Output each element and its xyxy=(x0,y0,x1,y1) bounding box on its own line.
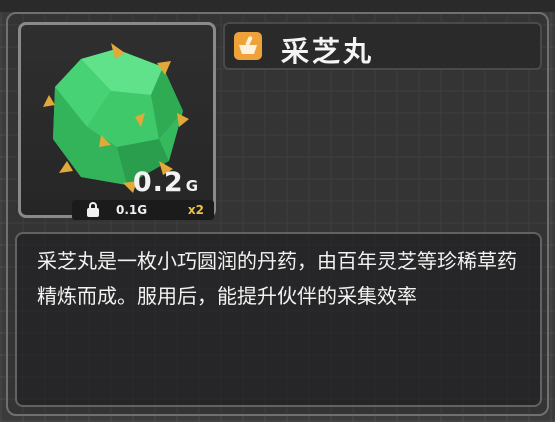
total-weight-unit: G xyxy=(185,177,199,195)
weight-icon xyxy=(87,202,99,217)
top-strip xyxy=(0,0,555,12)
item-description: 采芝丸是一枚小巧圆润的丹药，由百年灵芝等珍稀草药精炼而成。服用后，能提升伙伴的采… xyxy=(37,249,517,308)
total-weight-value: 0.2 xyxy=(132,167,184,198)
item-info-bar: 0.1G x2 xyxy=(72,200,214,220)
total-weight: 0.2 G xyxy=(133,167,199,198)
item-title-bar: 采芝丸 xyxy=(223,22,542,70)
unit-weight: 0.1G xyxy=(116,203,148,217)
item-icon-slot[interactable]: 0.2 G xyxy=(18,22,216,218)
item-quantity: x2 xyxy=(187,203,204,217)
mortar-bowl-icon xyxy=(234,32,262,60)
item-description-box: 采芝丸是一枚小巧圆润的丹药，由百年灵芝等珍稀草药精炼而成。服用后，能提升伙伴的采… xyxy=(15,232,542,407)
item-name: 采芝丸 xyxy=(281,35,375,68)
